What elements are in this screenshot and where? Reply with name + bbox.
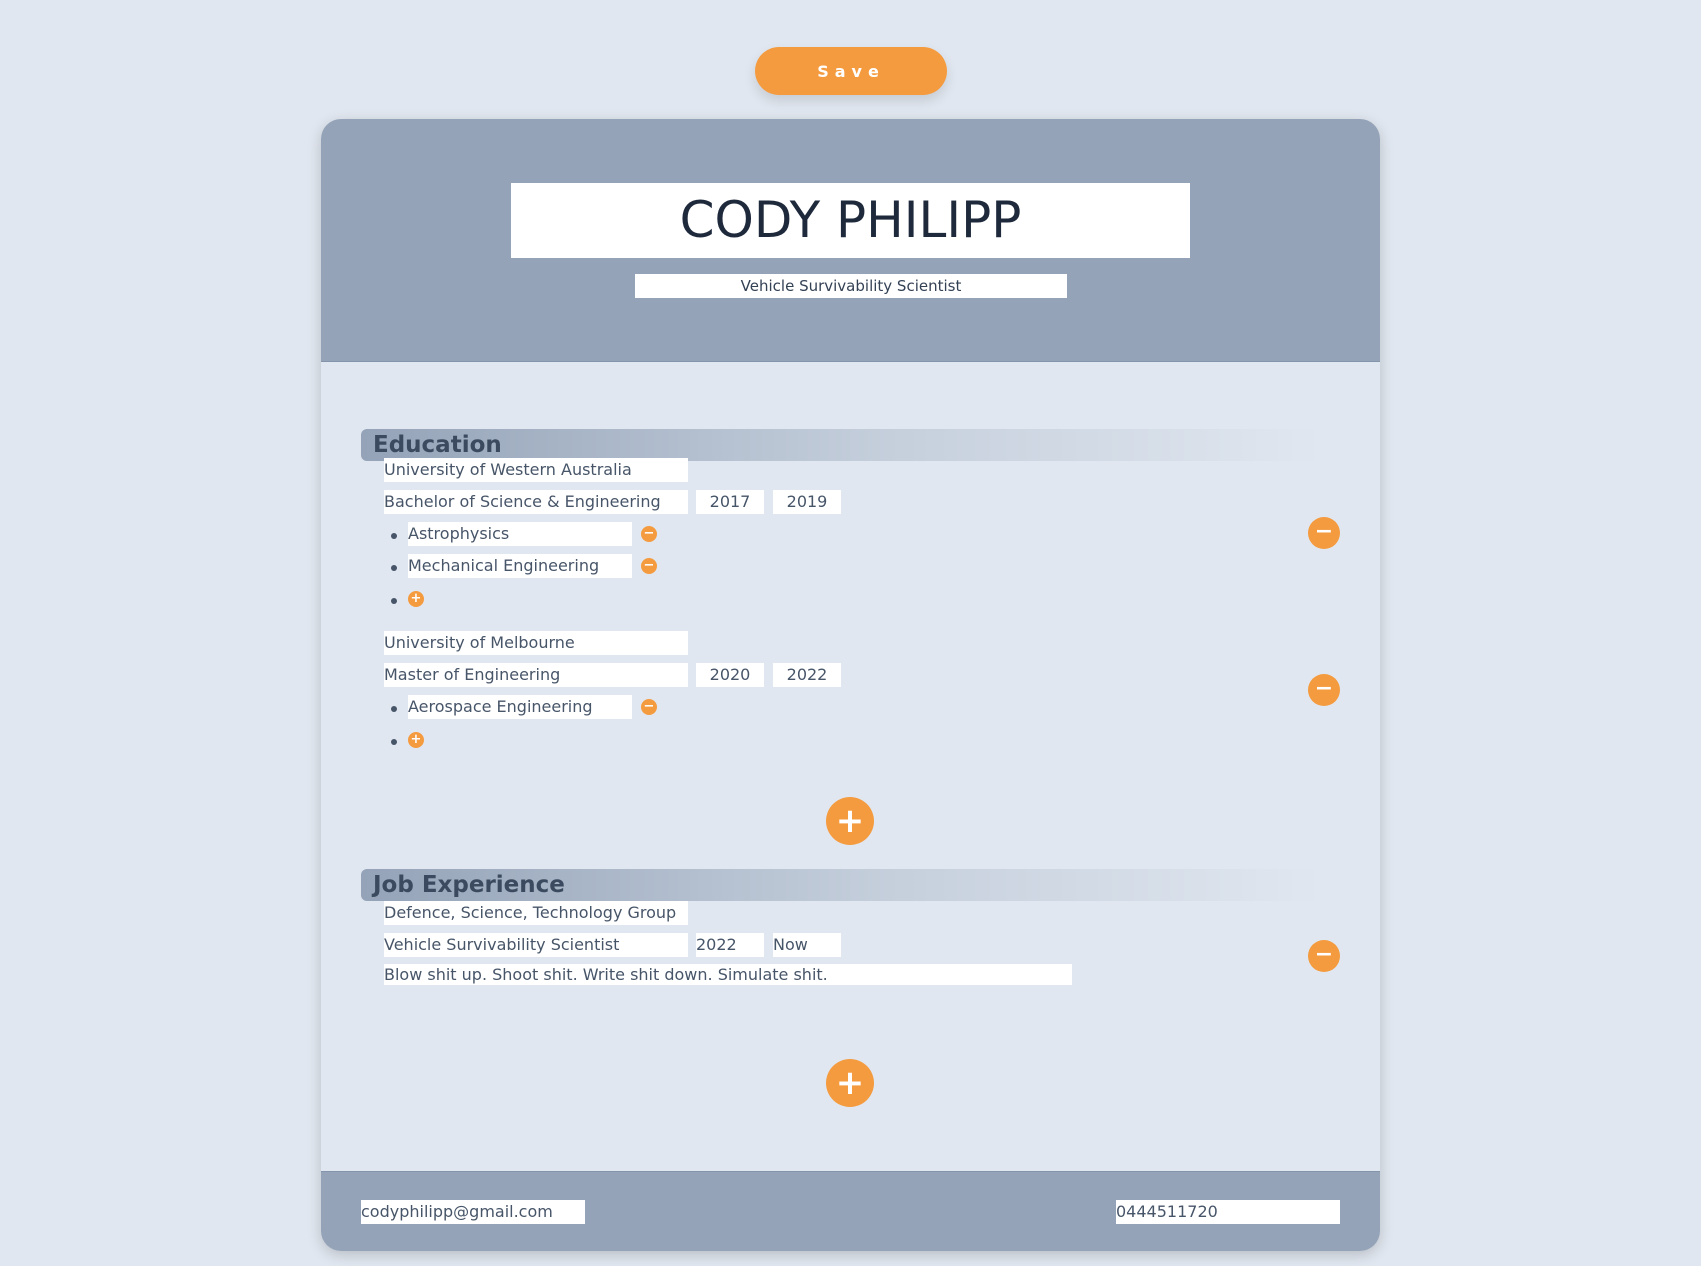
list-bullet [391, 598, 397, 604]
job-title-input[interactable]: Vehicle Survivability Scientist [635, 274, 1067, 298]
list-bullet [391, 706, 397, 712]
end-year-input[interactable]: 2019 [773, 490, 841, 514]
institution-input[interactable]: University of Western Australia [384, 458, 688, 482]
list-bullet [391, 739, 397, 745]
resume-footer: codyphilipp@gmail.com 0444511720 [321, 1171, 1380, 1251]
job-end-input[interactable]: Now [773, 933, 841, 957]
job-start-input[interactable]: 2022 [696, 933, 764, 957]
degree-input[interactable]: Master of Engineering [384, 663, 688, 687]
job-experience-heading: Job Experience [373, 872, 565, 898]
remove-major-button[interactable]: − [641, 558, 657, 574]
add-major-button[interactable]: + [408, 591, 424, 607]
minus-icon: − [643, 699, 655, 714]
resume-card: CODY PHILIPP Vehicle Survivability Scien… [321, 119, 1380, 1251]
major-input[interactable]: Aerospace Engineering [408, 695, 632, 719]
degree-input[interactable]: Bachelor of Science & Engineering [384, 490, 688, 514]
plus-icon: + [835, 801, 865, 841]
end-year-input[interactable]: 2022 [773, 663, 841, 687]
education-heading: Education [373, 432, 502, 458]
minus-icon: − [1314, 676, 1334, 701]
job-description-input[interactable]: Blow shit up. Shoot shit. Write shit dow… [384, 964, 1072, 985]
add-education-button[interactable]: + [826, 797, 874, 845]
minus-icon: − [643, 558, 655, 573]
save-button[interactable]: Save [755, 47, 947, 95]
plus-icon: + [410, 591, 422, 606]
list-bullet [391, 533, 397, 539]
start-year-input[interactable]: 2017 [696, 490, 764, 514]
email-field[interactable]: codyphilipp@gmail.com [361, 1200, 585, 1224]
remove-education-button[interactable]: − [1308, 674, 1340, 706]
major-input[interactable]: Mechanical Engineering [408, 554, 632, 578]
phone-field[interactable]: 0444511720 [1116, 1200, 1340, 1224]
minus-icon: − [643, 526, 655, 541]
minus-icon: − [1314, 519, 1334, 544]
name-input[interactable]: CODY PHILIPP [511, 183, 1190, 258]
job-experience-section-header: Job Experience [361, 869, 1321, 901]
role-input[interactable]: Vehicle Survivability Scientist [384, 933, 688, 957]
add-job-button[interactable]: + [826, 1059, 874, 1107]
remove-major-button[interactable]: − [641, 526, 657, 542]
institution-input[interactable]: University of Melbourne [384, 631, 688, 655]
start-year-input[interactable]: 2020 [696, 663, 764, 687]
education-section-header: Education [361, 429, 1321, 461]
remove-job-button[interactable]: − [1308, 940, 1340, 972]
plus-icon: + [410, 732, 422, 747]
resume-header: CODY PHILIPP Vehicle Survivability Scien… [321, 119, 1380, 362]
minus-icon: − [1314, 942, 1334, 967]
company-input[interactable]: Defence, Science, Technology Group [384, 901, 688, 925]
plus-icon: + [835, 1063, 865, 1103]
major-input[interactable]: Astrophysics [408, 522, 632, 546]
remove-education-button[interactable]: − [1308, 517, 1340, 549]
remove-major-button[interactable]: − [641, 699, 657, 715]
list-bullet [391, 565, 397, 571]
add-major-button[interactable]: + [408, 732, 424, 748]
